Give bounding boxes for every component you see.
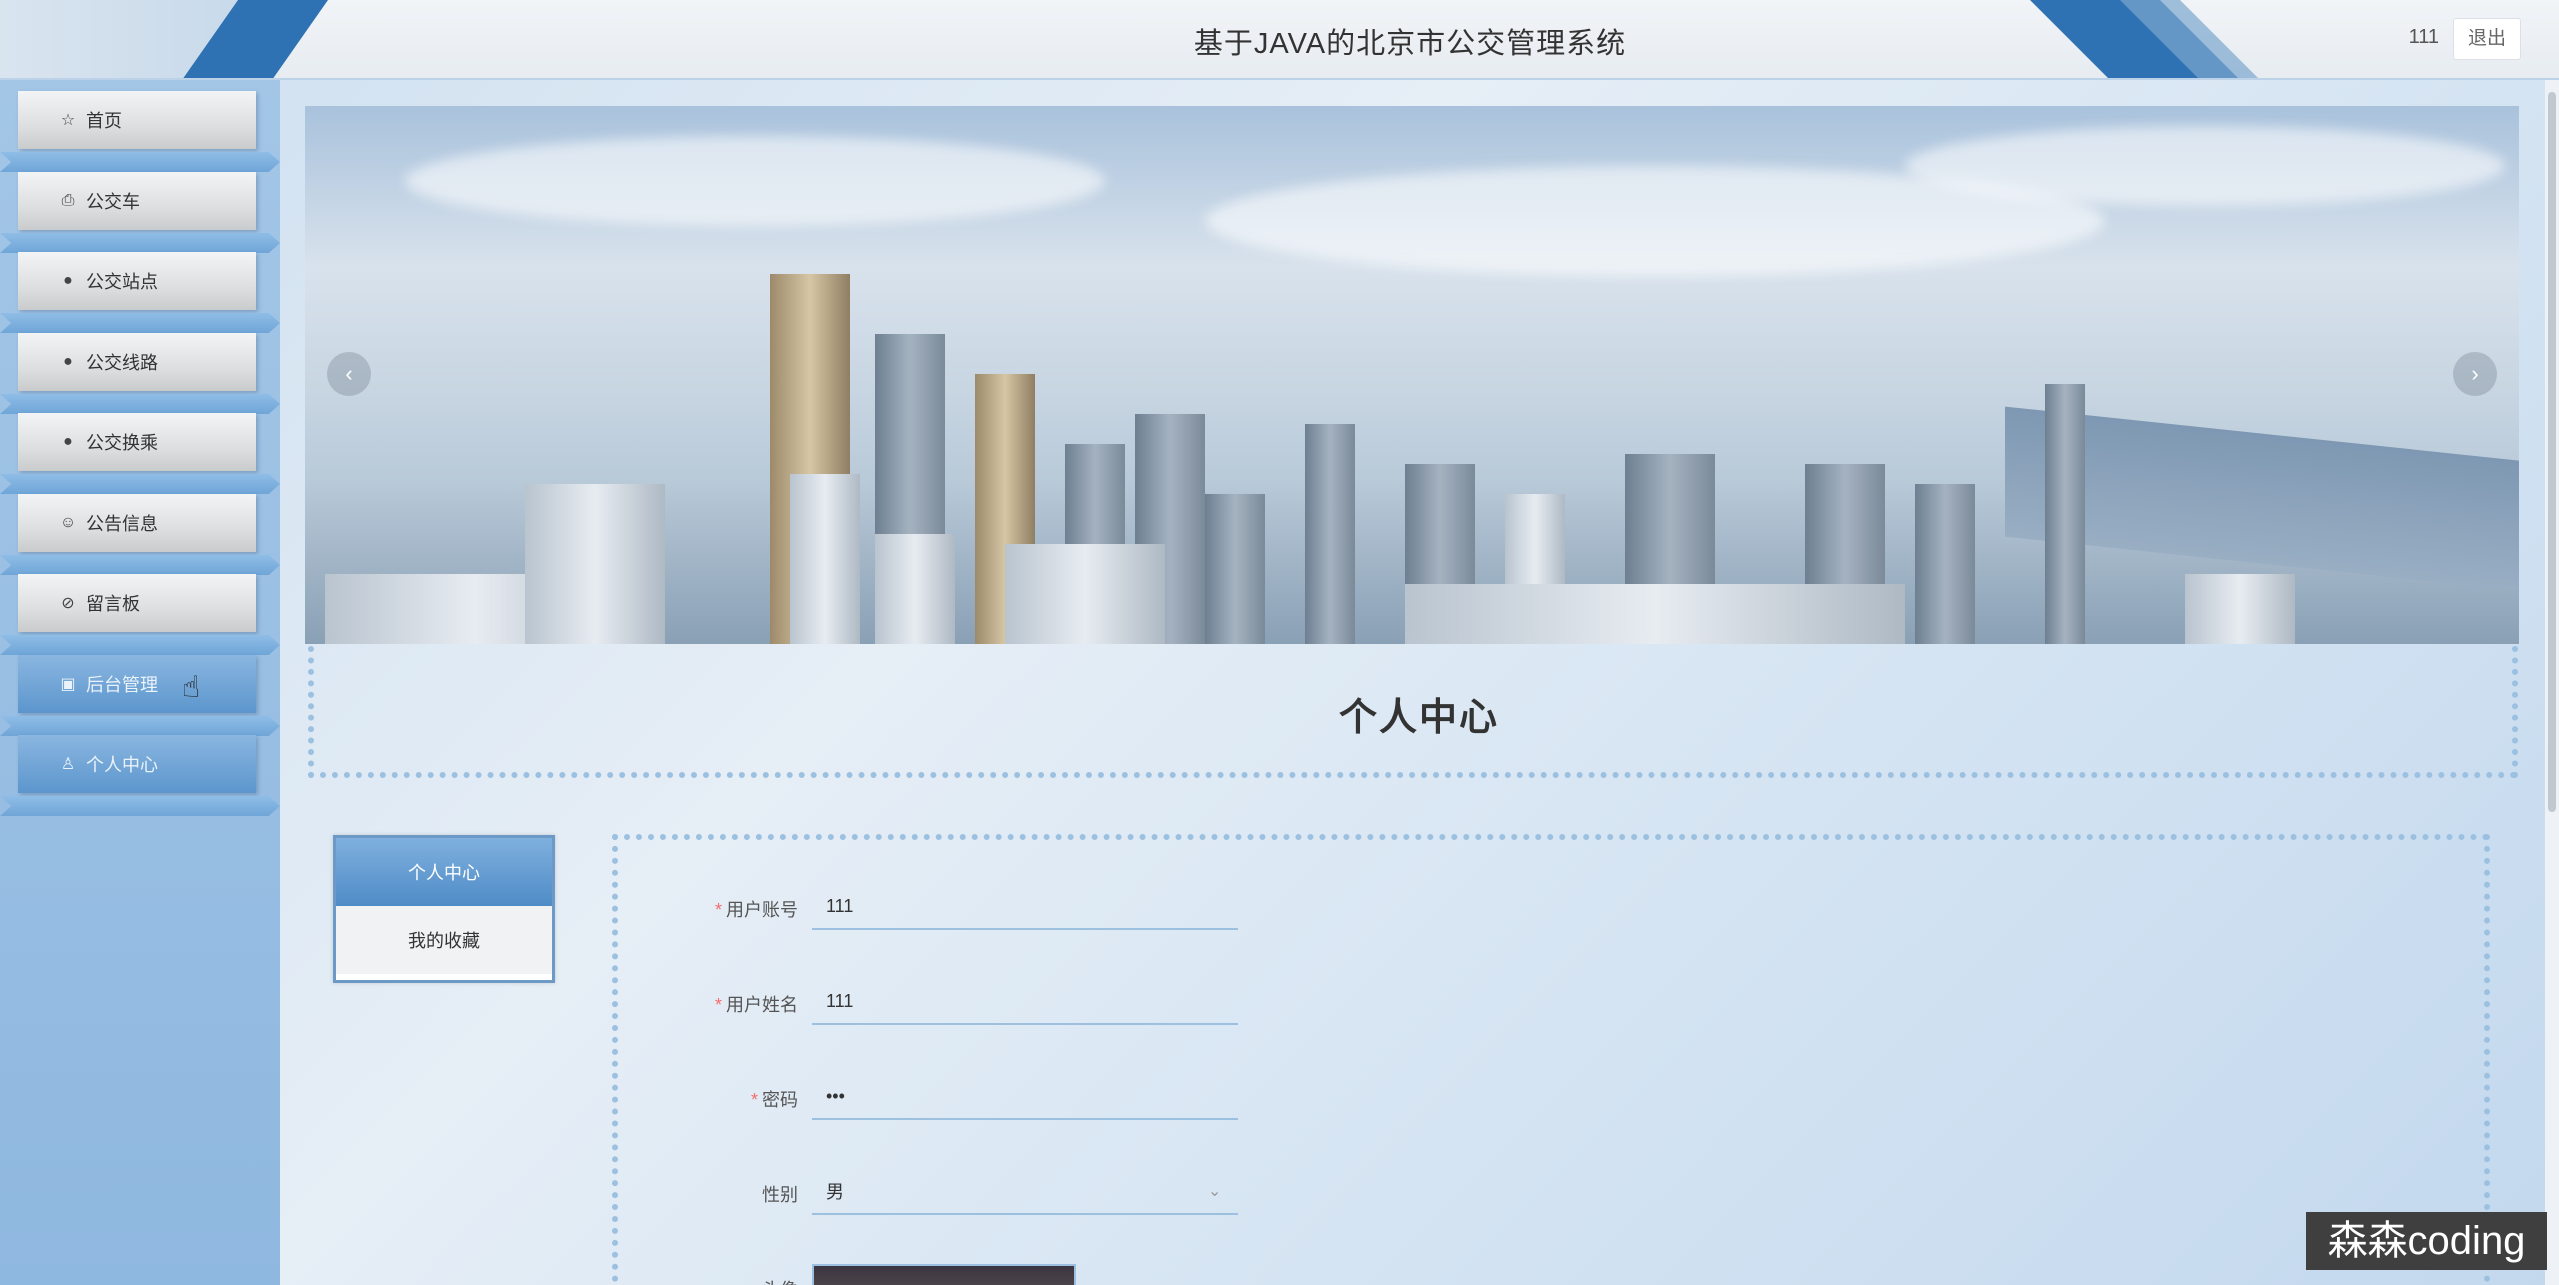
- form-row-account: * 用户账号: [618, 878, 1378, 938]
- menu-separator: [0, 635, 280, 655]
- sidebar-item-label: 后台管理: [86, 675, 158, 695]
- star-icon: ☆: [60, 112, 76, 129]
- sidebar-item-announcements[interactable]: ☺ 公告信息: [18, 494, 256, 552]
- menu-separator: [0, 796, 280, 816]
- sidebar-item-transfer[interactable]: ● 公交换乘: [18, 413, 256, 471]
- building: [525, 484, 665, 644]
- field-label: 性别: [618, 1181, 798, 1207]
- building: [2045, 384, 2085, 644]
- sidebar-item-bus-routes[interactable]: ● 公交线路: [18, 333, 256, 391]
- building: [790, 474, 860, 644]
- profile-form: *用户账号 *用户姓名 *密码 性别 ⌄ 头像: [612, 834, 2490, 1285]
- info-icon: ●: [63, 433, 73, 450]
- sidebar-item-label: 公交站点: [86, 272, 158, 292]
- page: 基于JAVA的北京市公交管理系统 111 退出 ☆ 首页 ⎙ 公交车 ● 公交站…: [0, 0, 2559, 1285]
- field-label-text: 性别: [762, 1185, 798, 1205]
- field-label: * 用户账号: [618, 896, 798, 922]
- menu-separator: [0, 394, 280, 414]
- profile-subnav: 个人中心 我的收藏: [333, 835, 555, 983]
- cloud: [405, 136, 1105, 226]
- top-header: 基于JAVA的北京市公交管理系统 111 退出: [0, 0, 2559, 80]
- menu-separator: [0, 716, 280, 736]
- sidebar-item-label: 留言板: [86, 594, 140, 614]
- smile-icon: ☺: [59, 514, 77, 531]
- building: [875, 534, 955, 644]
- sidebar-item-admin[interactable]: ▣ 后台管理: [18, 655, 256, 713]
- briefcase-icon: ▣: [60, 676, 76, 693]
- building: [1405, 584, 1905, 644]
- logout-button[interactable]: 退出: [2453, 18, 2521, 60]
- field-label-text: 用户姓名: [726, 995, 798, 1015]
- watermark: 森森coding: [2306, 1212, 2547, 1270]
- menu-separator: [0, 233, 280, 253]
- required-mark: *: [714, 995, 722, 1015]
- sidebar-item-label: 公交换乘: [86, 433, 158, 453]
- carousel-prev-button[interactable]: ‹: [327, 352, 371, 396]
- carousel-next-button[interactable]: ›: [2453, 352, 2497, 396]
- user-icon: ♙: [60, 756, 76, 773]
- form-row-gender: 性别 ⌄: [618, 1163, 1378, 1223]
- field-label-text: 头像: [762, 1280, 798, 1285]
- sidebar-item-personal-center[interactable]: ♙ 个人中心: [18, 735, 256, 793]
- username-field[interactable]: [812, 979, 1238, 1025]
- sidebar-item-message-board[interactable]: ⊘ 留言板: [18, 574, 256, 632]
- menu-separator: [0, 152, 280, 172]
- field-label-text: 密码: [762, 1090, 798, 1110]
- check-circle-icon: ⊘: [61, 595, 75, 612]
- scrollbar-thumb[interactable]: [2548, 92, 2556, 812]
- tab-personal-center[interactable]: 个人中心: [336, 838, 552, 906]
- password-field[interactable]: [812, 1074, 1238, 1120]
- field-label: * 密码: [618, 1086, 798, 1112]
- cloud: [1905, 126, 2505, 206]
- current-username: 111: [2408, 26, 2439, 48]
- menu-separator: [0, 555, 280, 575]
- sidebar-item-label: 公告信息: [86, 514, 158, 534]
- avatar[interactable]: [812, 1264, 1076, 1285]
- form-row-avatar: 头像: [618, 1258, 1378, 1285]
- sidebar-item-label: 个人中心: [86, 755, 158, 775]
- tab-my-favorites[interactable]: 我的收藏: [336, 906, 552, 974]
- account-field[interactable]: [812, 884, 1238, 930]
- sidebar: ☆ 首页 ⎙ 公交车 ● 公交站点 ● 公交线路 ● 公交换乘 ☺ 公告信息 ⊘…: [0, 80, 280, 1285]
- required-mark: *: [750, 1090, 758, 1110]
- sidebar-item-home[interactable]: ☆ 首页: [18, 91, 256, 149]
- question-icon: ●: [63, 353, 73, 370]
- building: [1305, 424, 1355, 644]
- form-row-password: * 密码: [618, 1068, 1378, 1128]
- sidebar-item-label: 公交车: [86, 192, 140, 212]
- bag-icon: ⎙: [61, 192, 75, 209]
- sidebar-item-bus[interactable]: ⎙ 公交车: [18, 172, 256, 230]
- required-mark: *: [714, 900, 722, 920]
- info-icon: ●: [63, 272, 73, 289]
- hand-cursor-icon: ☝: [182, 671, 201, 704]
- sidebar-item-label: 首页: [86, 111, 122, 131]
- form-row-name: * 用户姓名: [618, 973, 1378, 1033]
- building: [2185, 574, 2295, 644]
- building: [1915, 484, 1975, 644]
- field-label: * 用户姓名: [618, 991, 798, 1017]
- page-scrollbar[interactable]: [2545, 80, 2559, 1285]
- gender-select[interactable]: [812, 1169, 1238, 1215]
- section-header: 个人中心: [308, 646, 2518, 778]
- building: [1005, 544, 1165, 644]
- app-title: 基于JAVA的北京市公交管理系统: [1193, 28, 1627, 60]
- sidebar-item-label: 公交线路: [86, 353, 158, 373]
- page-title: 个人中心: [1338, 697, 1499, 739]
- field-label-text: 用户账号: [726, 900, 798, 920]
- menu-separator: [0, 313, 280, 333]
- field-label: 头像: [618, 1276, 798, 1285]
- menu-separator: [0, 474, 280, 494]
- chevron-down-icon: ⌄: [1208, 1183, 1222, 1200]
- sidebar-item-bus-stops[interactable]: ● 公交站点: [18, 252, 256, 310]
- banner-carousel[interactable]: ‹ ›: [305, 106, 2519, 644]
- building: [1205, 494, 1265, 644]
